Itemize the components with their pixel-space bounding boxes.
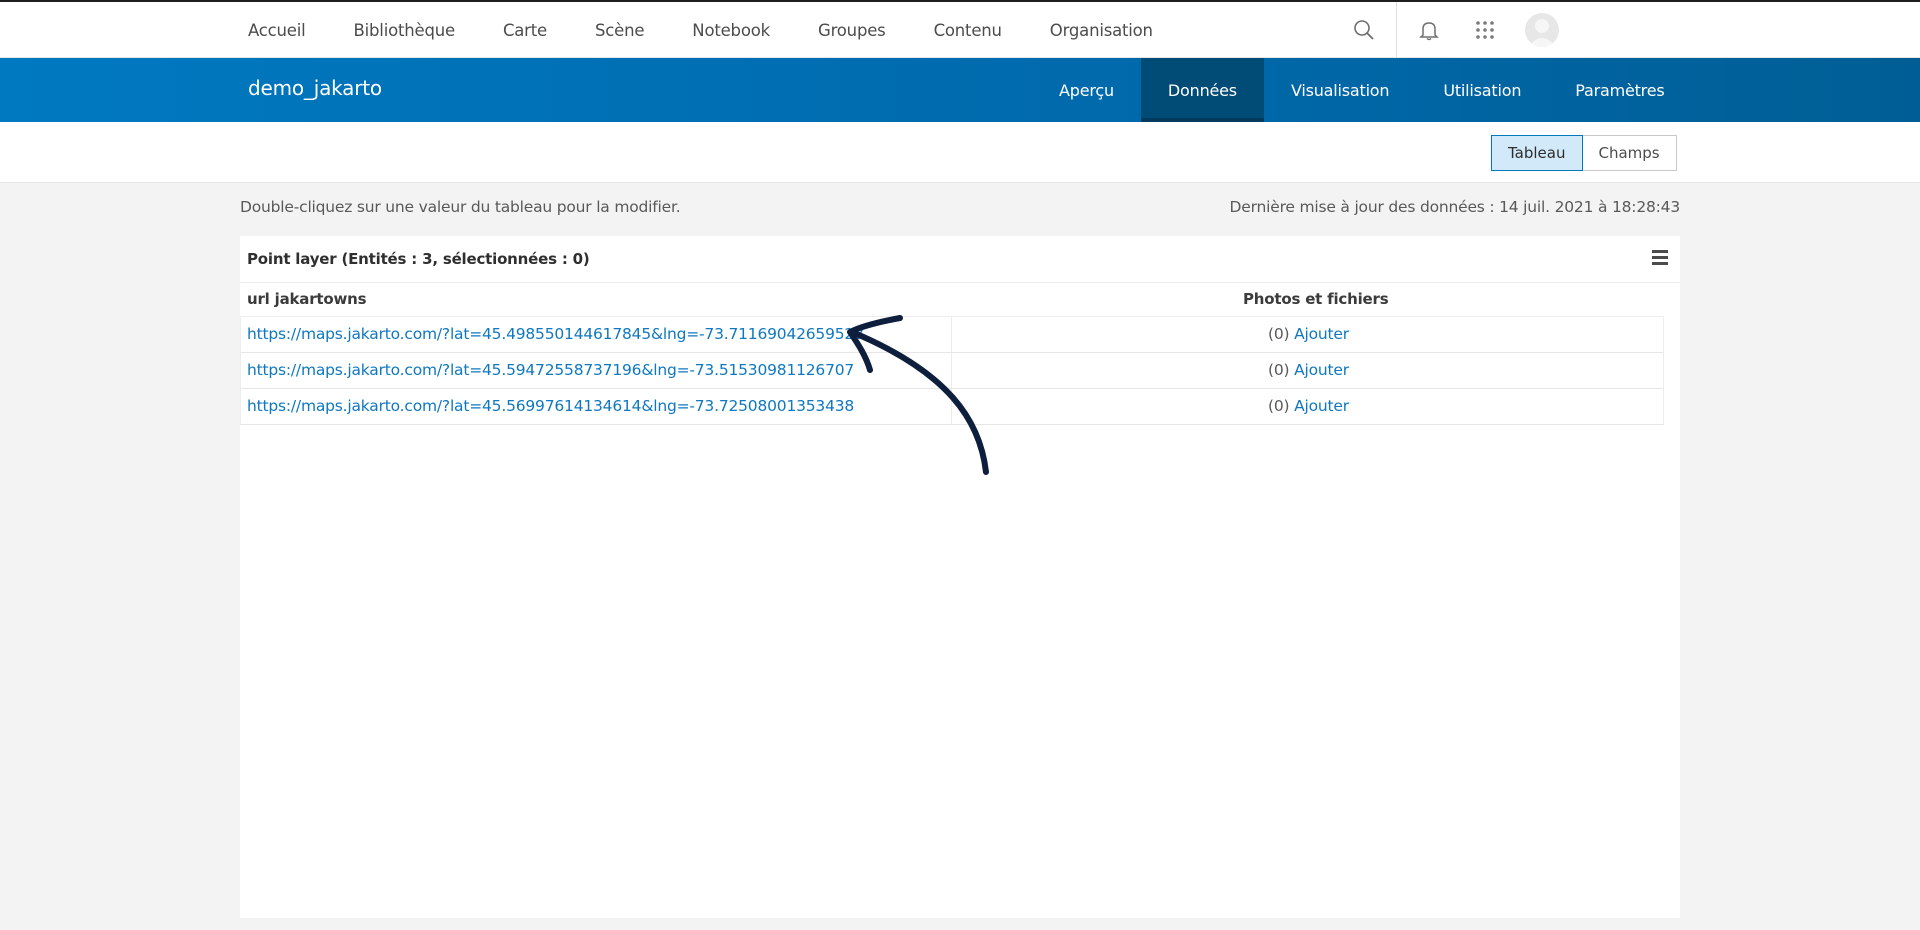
item-title: demo_jakarto (248, 76, 382, 100)
cell-divider (951, 353, 952, 388)
nav-notebook[interactable]: Notebook (692, 21, 770, 40)
nav-groups[interactable]: Groupes (818, 21, 886, 40)
item-tabs: Aperçu Données Visualisation Utilisation… (1032, 58, 1692, 122)
table-menu-icon[interactable] (1652, 250, 1668, 266)
table-view-button[interactable]: Tableau (1491, 135, 1583, 171)
url-cell-link[interactable]: https://maps.jakarto.com/?lat=45.4985501… (247, 325, 864, 343)
nav-scene[interactable]: Scène (595, 21, 645, 40)
user-avatar-icon[interactable] (1525, 13, 1559, 47)
view-toggle: Tableau Champs (1491, 135, 1677, 171)
table-row[interactable]: https://maps.jakarto.com/?lat=45.5699761… (240, 389, 1664, 425)
bell-icon[interactable] (1415, 16, 1443, 44)
tab-data[interactable]: Données (1140, 58, 1264, 122)
nav-content[interactable]: Contenu (934, 21, 1002, 40)
table-body: https://maps.jakarto.com/?lat=45.4985501… (240, 316, 1664, 425)
tab-settings[interactable]: Paramètres (1548, 58, 1691, 122)
attachments-cell: (0) Ajouter (1268, 397, 1349, 415)
cell-divider (951, 317, 952, 352)
attachment-count: (0) (1268, 397, 1290, 415)
nav-library[interactable]: Bibliothèque (354, 21, 456, 40)
table-row[interactable]: https://maps.jakarto.com/?lat=45.4985501… (240, 316, 1664, 353)
top-navigation-bar: Accueil Bibliothèque Carte Scène Noteboo… (0, 0, 1920, 58)
last-updated: Dernière mise à jour des données : 14 ju… (1229, 198, 1681, 216)
edit-hint: Double-cliquez sur une valeur du tableau… (240, 198, 681, 216)
data-table-panel: Point layer (Entités : 3, sélectionnées … (240, 236, 1680, 918)
cell-divider (951, 389, 952, 424)
layer-title: Point layer (Entités : 3, sélectionnées … (247, 250, 590, 268)
attachment-count: (0) (1268, 325, 1290, 343)
tab-overview[interactable]: Aperçu (1032, 58, 1141, 122)
add-attachment-link[interactable]: Ajouter (1294, 325, 1349, 343)
nav-map[interactable]: Carte (503, 21, 547, 40)
attachments-cell: (0) Ajouter (1268, 325, 1349, 343)
item-header-bar: demo_jakarto Aperçu Données Visualisatio… (0, 58, 1920, 122)
fields-view-button[interactable]: Champs (1582, 135, 1677, 171)
view-toggle-bar: Tableau Champs (0, 122, 1920, 183)
url-cell-link[interactable]: https://maps.jakarto.com/?lat=45.5699761… (247, 397, 854, 415)
nav-home[interactable]: Accueil (248, 21, 306, 40)
divider (1396, 2, 1397, 58)
attachments-cell: (0) Ajouter (1268, 361, 1349, 379)
top-icons (1350, 2, 1559, 58)
add-attachment-link[interactable]: Ajouter (1294, 397, 1349, 415)
url-cell-link[interactable]: https://maps.jakarto.com/?lat=45.5947255… (247, 361, 854, 379)
attachment-count: (0) (1268, 361, 1290, 379)
table-row[interactable]: https://maps.jakarto.com/?lat=45.5947255… (240, 353, 1664, 389)
apps-grid-icon[interactable] (1471, 16, 1499, 44)
top-nav: Accueil Bibliothèque Carte Scène Noteboo… (248, 2, 1201, 58)
nav-organization[interactable]: Organisation (1050, 21, 1153, 40)
tab-visualization[interactable]: Visualisation (1264, 58, 1416, 122)
panel-header: Point layer (Entités : 3, sélectionnées … (240, 236, 1680, 283)
column-header-attachments[interactable]: Photos et fichiers (1243, 290, 1389, 308)
tab-usage[interactable]: Utilisation (1416, 58, 1548, 122)
column-header-url[interactable]: url jakartowns (247, 290, 367, 308)
search-icon[interactable] (1350, 16, 1378, 44)
add-attachment-link[interactable]: Ajouter (1294, 361, 1349, 379)
